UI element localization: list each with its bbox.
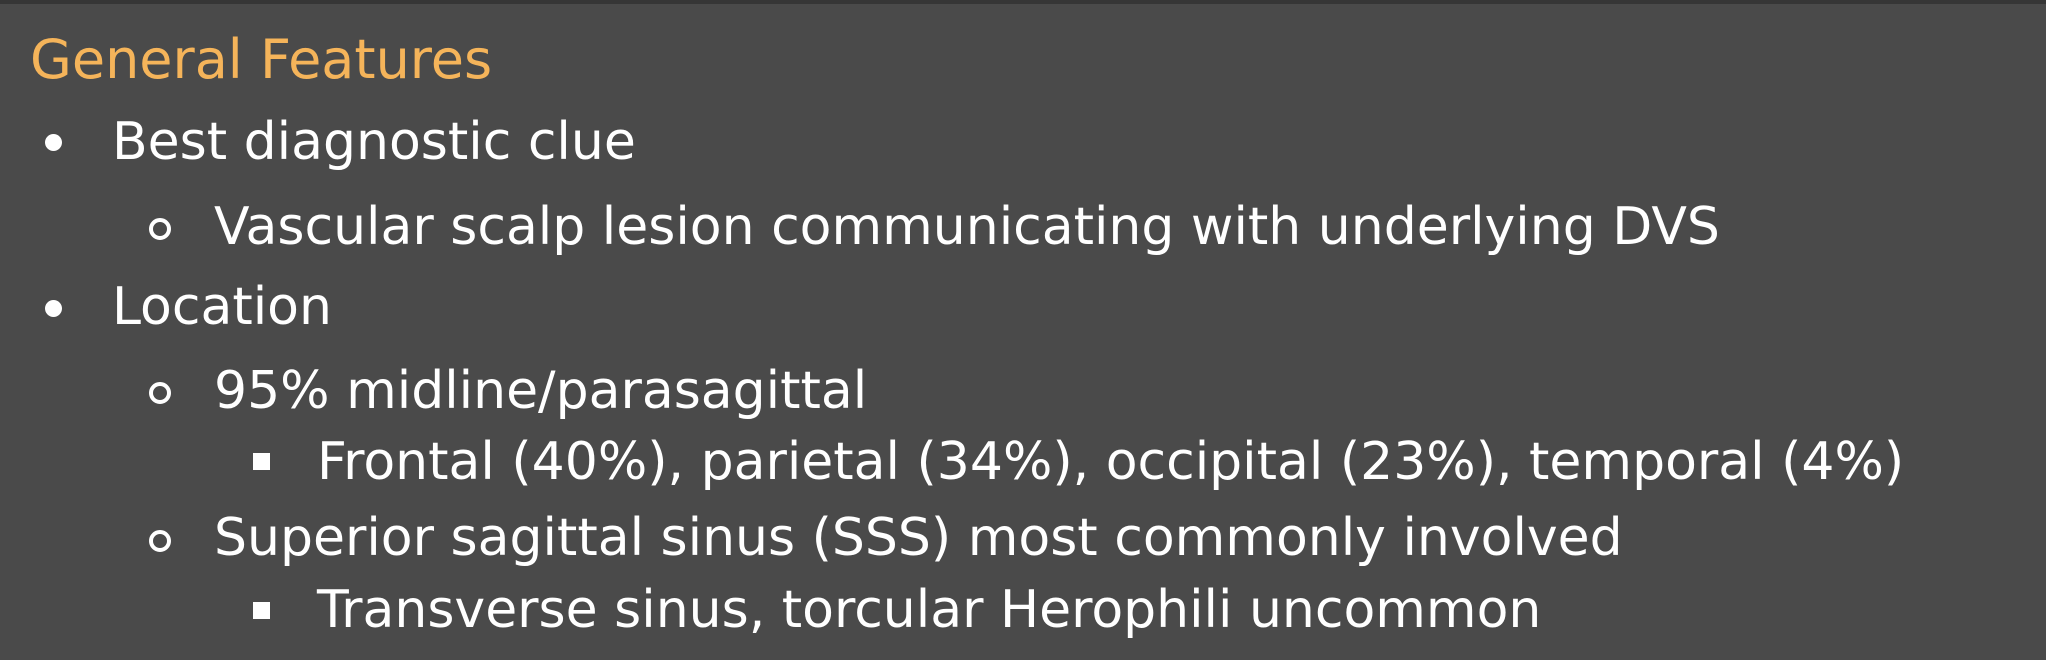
filled-circle-bullet-icon	[45, 300, 62, 317]
bullet-location: Location	[112, 277, 332, 337]
square-bullet-icon	[253, 453, 270, 470]
bullet-location-percentages: Frontal (40%), parietal (34%), occipital…	[317, 432, 1905, 492]
hollow-circle-bullet-icon	[149, 218, 171, 240]
bullet-midline-parasagittal: 95% midline/parasagittal	[214, 361, 868, 421]
bullet-transverse-sinus: Transverse sinus, torcular Herophili unc…	[317, 580, 1542, 640]
filled-circle-bullet-icon	[45, 134, 62, 151]
slide-heading: General Features	[30, 28, 493, 91]
square-bullet-icon	[253, 602, 270, 619]
bullet-superior-sagittal-sinus: Superior sagittal sinus (SSS) most commo…	[214, 508, 1623, 568]
slide-top-border	[0, 0, 2046, 4]
bullet-best-diagnostic-clue: Best diagnostic clue	[112, 112, 636, 172]
bullet-vascular-scalp-lesion: Vascular scalp lesion communicating with…	[214, 197, 1720, 257]
hollow-circle-bullet-icon	[149, 382, 171, 404]
hollow-circle-bullet-icon	[149, 530, 171, 552]
